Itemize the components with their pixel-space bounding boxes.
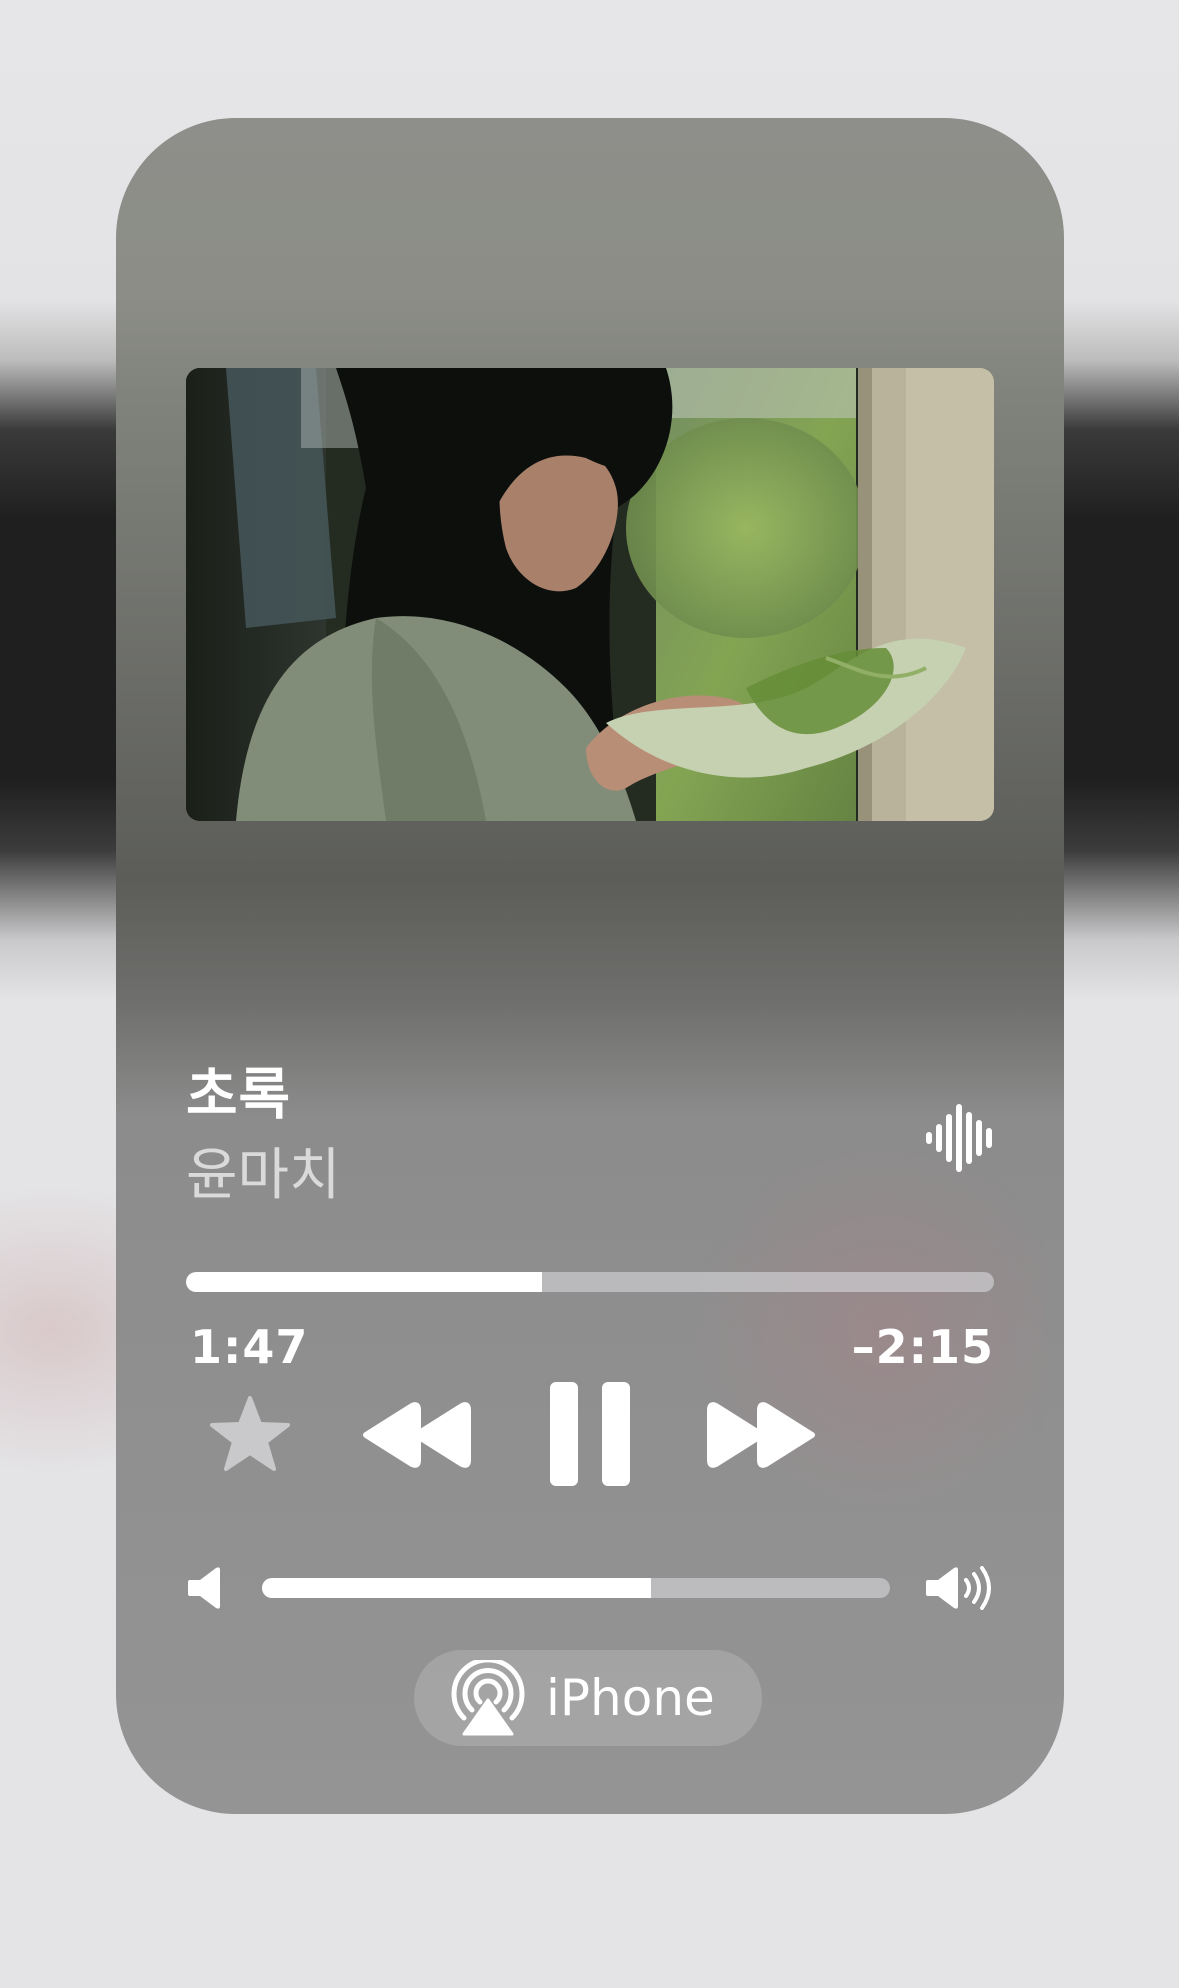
artist-name[interactable]: 윤마치 — [186, 1148, 341, 1204]
elapsed-time: 1:47 — [190, 1320, 309, 1374]
rewind-icon[interactable] — [362, 1400, 472, 1470]
pause-icon[interactable] — [550, 1382, 630, 1486]
now-playing-card: 초록 윤마치 1:47 –2:15 iPhone — [116, 118, 1064, 1814]
playback-progress-slider[interactable] — [186, 1272, 994, 1292]
waveform-icon[interactable] — [926, 1104, 992, 1172]
speaker-high-icon — [926, 1566, 991, 1610]
speaker-low-icon — [188, 1567, 220, 1609]
artwork-image — [186, 368, 994, 821]
remaining-time: –2:15 — [851, 1320, 994, 1374]
output-device-button[interactable]: iPhone — [414, 1650, 762, 1746]
song-title: 초록 — [186, 1063, 292, 1128]
airplay-icon — [451, 1660, 525, 1736]
volume-fill — [262, 1578, 652, 1598]
favorite-star-icon[interactable] — [210, 1394, 290, 1474]
output-device-label: iPhone — [546, 1669, 715, 1727]
fast-forward-icon[interactable] — [706, 1400, 816, 1470]
progress-fill — [186, 1272, 542, 1292]
album-artwork[interactable] — [186, 368, 994, 821]
volume-slider[interactable] — [262, 1578, 890, 1598]
